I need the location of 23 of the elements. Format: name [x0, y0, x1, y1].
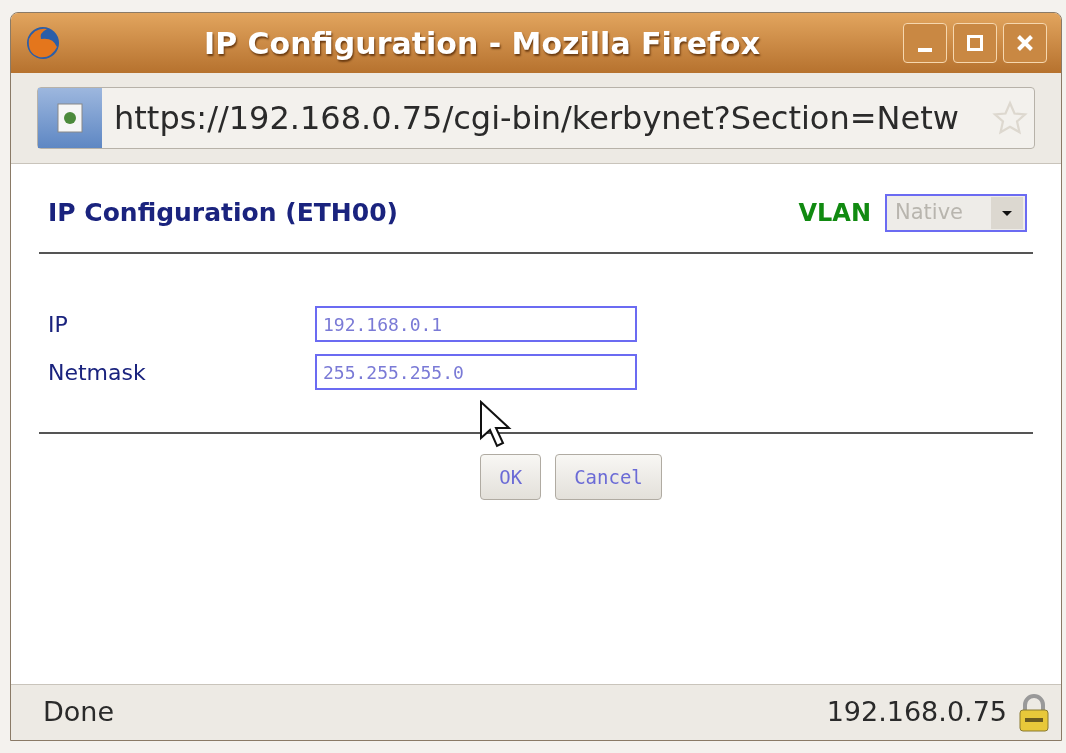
url-text: https://192.168.0.75/cgi-bin/kerbynet?Section=Netw: [113, 98, 960, 139]
host-text: 192.168.0.75: [826, 695, 1007, 730]
minimize-button[interactable]: [903, 23, 947, 63]
close-button[interactable]: [1003, 23, 1047, 63]
padlock-icon[interactable]: [1017, 692, 1051, 733]
star-icon[interactable]: [992, 100, 1028, 136]
maximize-button[interactable]: [953, 23, 997, 63]
input-field[interactable]: 192.168.0.1: [315, 306, 637, 342]
vlan-label: VLAN: [798, 198, 871, 229]
field-label: Netmask: [48, 358, 147, 387]
close-icon: [1017, 35, 1033, 51]
ok-button[interactable]: OK: [480, 454, 542, 500]
field-label: IP: [48, 310, 69, 339]
site-identity-icon[interactable]: [38, 88, 102, 148]
window-title: IP Configuration - Mozilla Firefox: [203, 24, 761, 63]
cancel-button[interactable]: Cancel: [555, 454, 662, 500]
address-bar[interactable]: https://192.168.0.75/cgi-bin/kerbynet?Section=Netw: [37, 87, 1035, 149]
mouse-pointer-icon: [479, 400, 513, 450]
input-field[interactable]: 255.255.255.0: [315, 354, 637, 390]
status-text: Done: [43, 695, 115, 730]
minimize-icon: [918, 48, 932, 52]
page-heading: IP Configuration (ETH00): [47, 197, 398, 230]
maximize-icon: [967, 35, 983, 51]
